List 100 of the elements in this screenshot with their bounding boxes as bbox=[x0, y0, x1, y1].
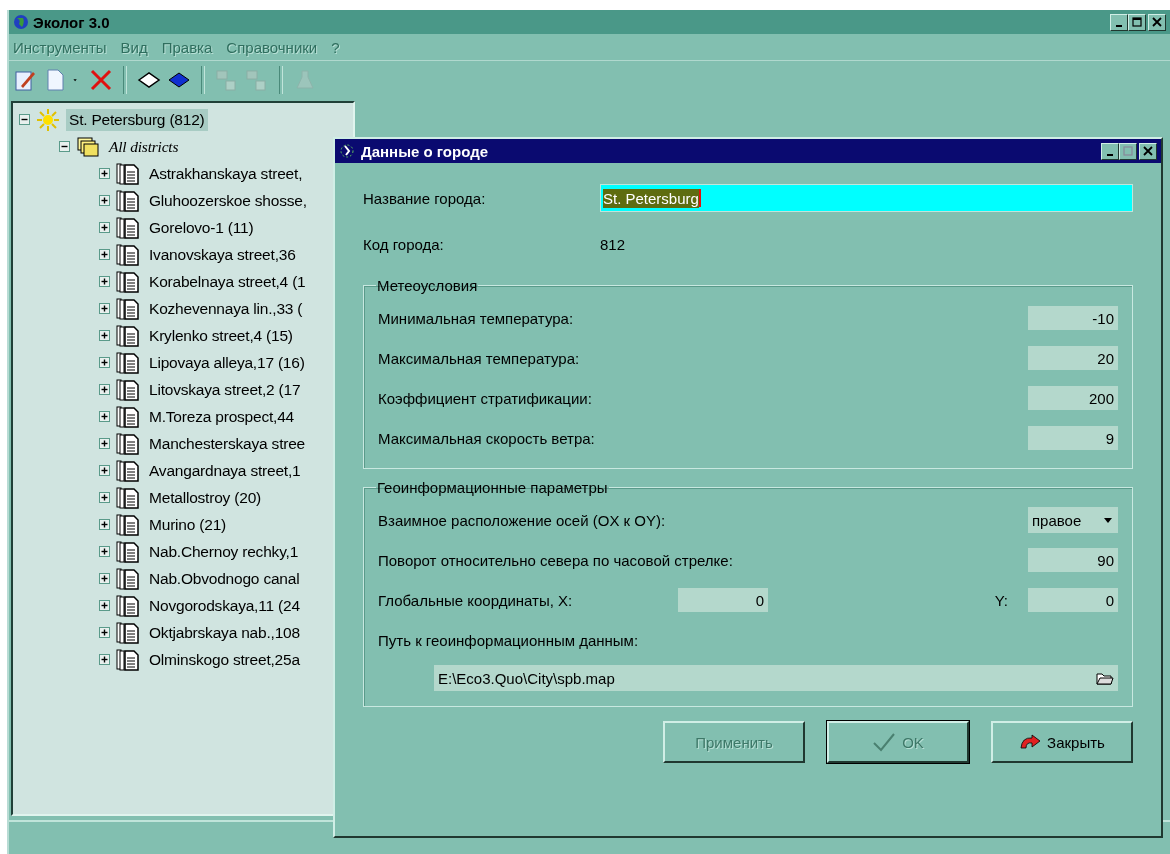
documents-icon bbox=[116, 566, 140, 591]
documents-icon bbox=[116, 269, 140, 294]
group-title: Метеоусловия bbox=[376, 277, 479, 294]
tree-item[interactable]: Gluhoozerskoe shosse, bbox=[146, 189, 310, 212]
expand-icon[interactable] bbox=[99, 438, 110, 449]
documents-icon bbox=[116, 593, 140, 618]
close-dialog-button[interactable]: Закрыть bbox=[991, 721, 1133, 763]
sun-icon bbox=[36, 107, 60, 132]
maximize-button[interactable] bbox=[1128, 13, 1146, 31]
tree-item[interactable]: Astrakhanskaya street, bbox=[146, 162, 306, 185]
expand-icon[interactable] bbox=[99, 492, 110, 503]
close-button[interactable] bbox=[1139, 142, 1157, 160]
expand-icon[interactable] bbox=[99, 654, 110, 665]
open-folder-icon[interactable] bbox=[1096, 670, 1114, 686]
tree-item[interactable]: Litovskaya street,2 (17 bbox=[146, 378, 304, 401]
tree-item[interactable]: Oktjabrskaya nab.,108 bbox=[146, 621, 303, 644]
expand-icon[interactable] bbox=[99, 600, 110, 611]
tree-item[interactable]: Manchesterskaya stree bbox=[146, 432, 309, 455]
expand-icon[interactable] bbox=[99, 303, 110, 314]
maximize-button[interactable] bbox=[1119, 142, 1137, 160]
tree-item[interactable]: Korabelnaya street,4 (1 bbox=[146, 270, 309, 293]
city-code: 812 bbox=[600, 235, 626, 253]
documents-icon bbox=[116, 404, 140, 429]
expand-icon[interactable] bbox=[99, 546, 110, 557]
tree-item[interactable]: Ivanovskaya street,36 bbox=[146, 243, 299, 266]
checkmark-icon bbox=[872, 732, 897, 752]
tree-item[interactable]: Nab.Chernoy rechky,1 bbox=[146, 540, 302, 563]
pencil-icon[interactable] bbox=[13, 68, 37, 92]
group-title: Геоинформационные параметры bbox=[376, 479, 609, 496]
caret-icon bbox=[1104, 516, 1112, 524]
value-field[interactable]: 90 bbox=[1028, 548, 1118, 572]
expand-icon[interactable] bbox=[99, 222, 110, 233]
maximize-icon bbox=[1123, 146, 1133, 156]
path-field[interactable]: E:\Eco3.Quo\City\spb.map bbox=[434, 665, 1118, 691]
documents-icon bbox=[116, 161, 140, 186]
field-label: Взаимное расположение осей (OX к OY): bbox=[378, 511, 666, 529]
expand-icon[interactable] bbox=[99, 357, 110, 368]
expand-icon[interactable] bbox=[99, 411, 110, 422]
documents-icon bbox=[116, 323, 140, 348]
expand-icon[interactable] bbox=[99, 384, 110, 395]
collapse-icon[interactable] bbox=[59, 141, 70, 152]
documents-icon bbox=[116, 620, 140, 645]
documents-icon bbox=[116, 296, 140, 321]
expand-icon[interactable] bbox=[99, 627, 110, 638]
field-label: Название города: bbox=[363, 189, 487, 207]
expand-icon[interactable] bbox=[99, 519, 110, 530]
field-label: Максимальная скорость ветра: bbox=[378, 429, 595, 447]
window-title: Эколог 3.0 bbox=[33, 13, 110, 31]
tree-item[interactable]: Krylenko street,4 (15) bbox=[146, 324, 296, 347]
axes-dropdown[interactable]: правое bbox=[1028, 507, 1118, 533]
expand-icon[interactable] bbox=[99, 249, 110, 260]
tree-item[interactable]: Novgorodskaya,11 (24 bbox=[146, 594, 303, 617]
documents-icon bbox=[116, 350, 140, 375]
expand-icon[interactable] bbox=[99, 465, 110, 476]
field-label: Поворот относительно севера по часовой стрелке: bbox=[378, 551, 733, 569]
curved-arrow-icon bbox=[1019, 734, 1042, 750]
tree-item[interactable]: Murino (21) bbox=[146, 513, 230, 536]
tree-item[interactable]: Nab.Obvodnogo canal bbox=[146, 567, 303, 590]
field-label: Путь к геоинформационным данным: bbox=[378, 631, 639, 649]
value-field[interactable]: -10 bbox=[1028, 306, 1118, 330]
value-field[interactable]: 20 bbox=[1028, 346, 1118, 370]
value-field[interactable]: 9 bbox=[1028, 426, 1118, 450]
documents-icon bbox=[116, 215, 140, 240]
value-field[interactable]: 200 bbox=[1028, 386, 1118, 410]
tree-item[interactable]: All districts bbox=[106, 135, 182, 158]
expand-icon[interactable] bbox=[99, 276, 110, 287]
expand-icon[interactable] bbox=[99, 573, 110, 584]
documents-icon bbox=[116, 242, 140, 267]
field-label: Минимальная температура: bbox=[378, 309, 574, 327]
tree-item[interactable]: Gorelovo-1 (11) bbox=[146, 216, 257, 239]
field-label: Коэффициент стратификации: bbox=[378, 389, 592, 407]
documents-icon bbox=[116, 539, 140, 564]
tree-item[interactable]: Lipovaya alleya,17 (16) bbox=[146, 351, 308, 374]
city-name-field[interactable]: St. Petersburg bbox=[600, 184, 1133, 212]
tree-item[interactable]: Avangardnaya street,1 bbox=[146, 459, 304, 482]
expand-icon[interactable] bbox=[99, 195, 110, 206]
minimize-icon bbox=[1116, 24, 1122, 27]
tree-item[interactable]: M.Toreza prospect,44 bbox=[146, 405, 298, 428]
field-label: Y: bbox=[994, 591, 1008, 609]
field-label: Максимальная температура: bbox=[378, 349, 580, 367]
expand-icon[interactable] bbox=[99, 168, 110, 179]
expand-icon[interactable] bbox=[99, 330, 110, 341]
close-button[interactable] bbox=[1148, 13, 1166, 31]
maximize-icon bbox=[1132, 17, 1142, 27]
field-label: Глобальные координаты, X: bbox=[378, 591, 574, 609]
documents-icon bbox=[116, 485, 140, 510]
tree-item[interactable]: St. Petersburg (812) bbox=[66, 108, 208, 131]
minimize-button[interactable] bbox=[1101, 142, 1119, 160]
x-field[interactable]: 0 bbox=[678, 588, 768, 612]
minimize-button[interactable] bbox=[1110, 13, 1128, 31]
collapse-icon[interactable] bbox=[19, 114, 30, 125]
dialog-title: Данные о городе bbox=[361, 142, 488, 160]
tree-item[interactable]: Olminskogo street,25a bbox=[146, 648, 303, 671]
documents-icon bbox=[116, 188, 140, 213]
documents-icon bbox=[116, 647, 140, 672]
tree-item[interactable]: Metallostroy (20) bbox=[146, 486, 265, 509]
documents-icon bbox=[116, 431, 140, 456]
tree-item[interactable]: Kozhevennaya lin.,33 ( bbox=[146, 297, 306, 320]
close-icon bbox=[1143, 146, 1153, 156]
y-field[interactable]: 0 bbox=[1028, 588, 1118, 612]
